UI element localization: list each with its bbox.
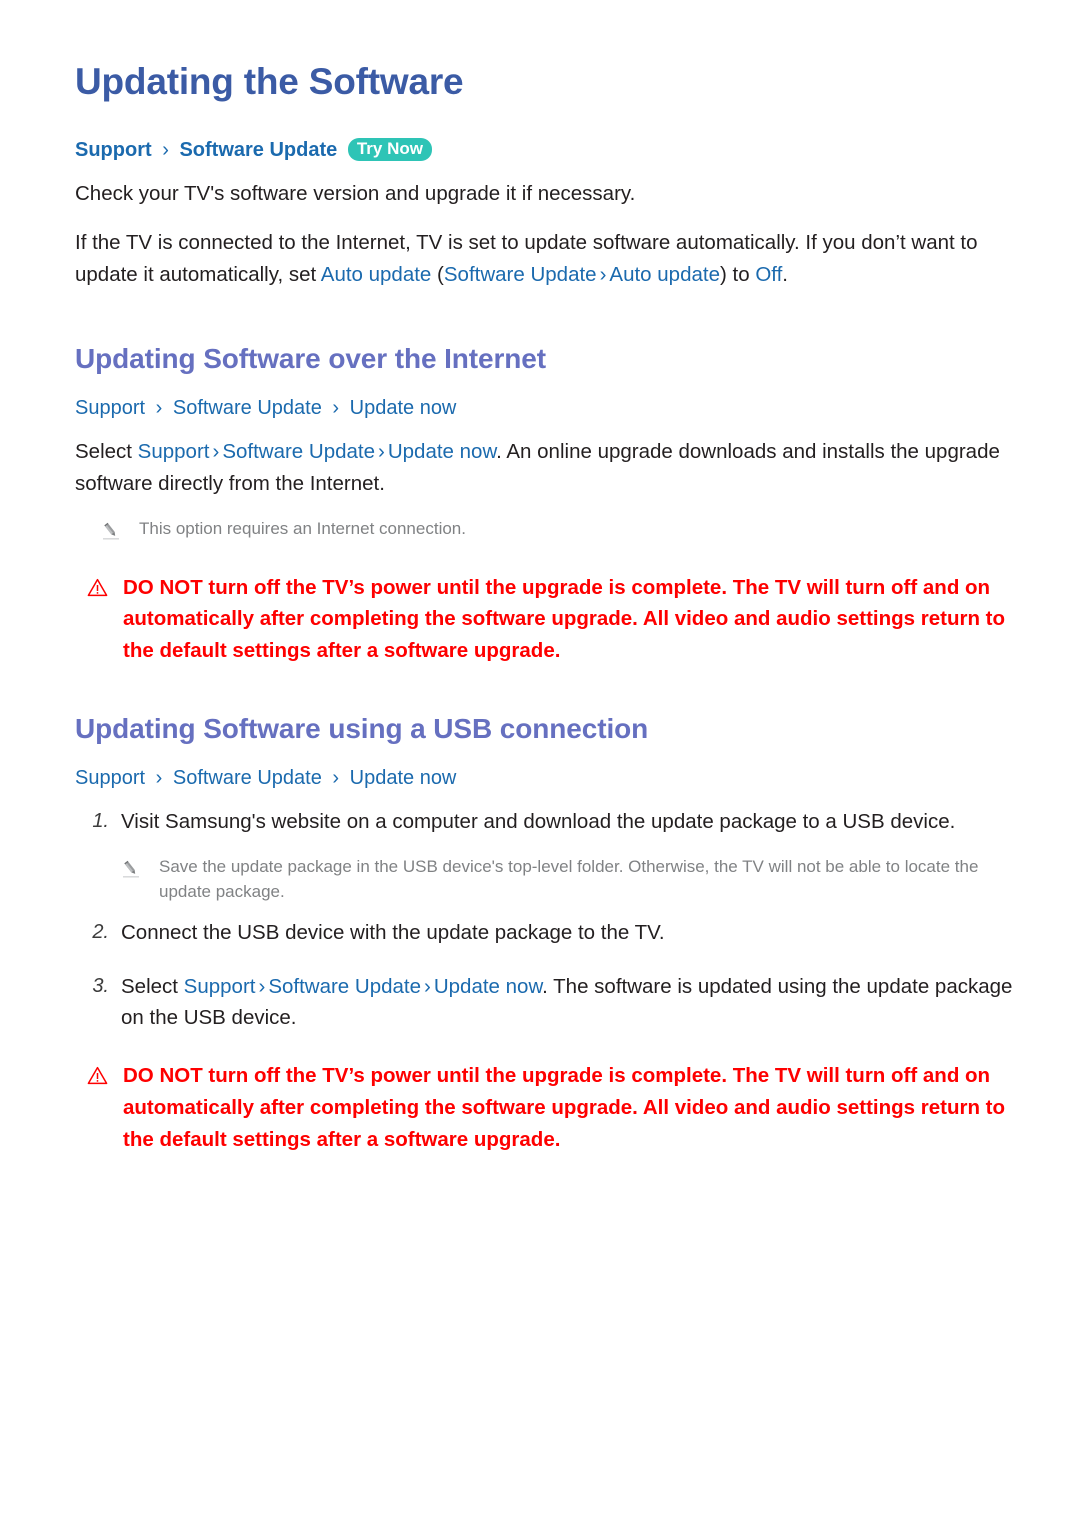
link-auto-update-2[interactable]: Auto update — [609, 263, 720, 286]
pencil-icon — [121, 854, 143, 884]
step-text: Visit Samsung's website on a computer an… — [121, 810, 956, 834]
breadcrumb-separator-icon: › — [155, 397, 163, 420]
warning-triangle-icon — [87, 572, 109, 602]
link-off[interactable]: Off — [755, 263, 782, 286]
step-text: Select Support › Software Update › Update no… — [121, 971, 1020, 1035]
breadcrumb-crumb-update-now[interactable]: Update now — [350, 397, 457, 419]
breadcrumb-crumb-software-update[interactable]: Software Update — [173, 767, 322, 789]
note-usb-top-level-folder: Save the update package in the USB devic… — [95, 854, 1020, 905]
page-title: Updating the Software — [75, 61, 464, 102]
list-item: 3. Select Support › Software Update › Update… — [75, 971, 1020, 1035]
internet-paragraph-lead: Select — [75, 440, 138, 464]
breadcrumb-separator-icon: › — [162, 138, 169, 161]
breadcrumb-crumb-software-update[interactable]: Software Update — [173, 397, 322, 419]
warning-internet-text: DO NOT turn off the TV’s power until the… — [123, 575, 1006, 663]
warning-internet: DO NOT turn off the TV’s power until the… — [75, 572, 1020, 667]
link-support[interactable]: Support — [138, 440, 210, 463]
breadcrumb-usb: Support › Software Update › Update now — [75, 765, 1020, 792]
link-support[interactable]: Support — [184, 975, 256, 998]
breadcrumb-crumb-support[interactable]: Support — [75, 397, 145, 419]
warning-usb-text: DO NOT turn off the TV’s power until the… — [123, 1064, 1006, 1151]
breadcrumb-separator-icon: › — [332, 767, 340, 790]
step-number: 2. — [92, 920, 109, 943]
note-internet-connection: This option requires an Internet connect… — [75, 516, 1020, 546]
step-3-lead: Select — [121, 974, 184, 998]
link-software-update[interactable]: Software Update — [268, 975, 421, 998]
intro-paragraph-2: If the TV is connected to the Internet, … — [75, 227, 1005, 291]
link-software-update[interactable]: Software Update — [222, 440, 375, 463]
step-number: 1. — [92, 810, 109, 833]
breadcrumb-separator-icon: › — [332, 397, 340, 420]
step-number: 3. — [92, 974, 109, 997]
try-now-badge[interactable]: Try Now — [347, 137, 432, 162]
breadcrumb-crumb-update-now[interactable]: Update now — [350, 767, 457, 789]
close-paren: ) to — [719, 263, 756, 287]
link-update-now[interactable]: Update now — [434, 975, 542, 998]
inline-separator-icon: › — [378, 440, 385, 464]
breadcrumb-crumb-software-update[interactable]: Software Update — [179, 139, 337, 161]
breadcrumb-separator-icon: › — [155, 767, 163, 790]
breadcrumb-intro: Support › Software Update Try Now — [75, 137, 1020, 164]
warning-usb: DO NOT turn off the TV’s power until the… — [75, 1060, 1020, 1155]
open-paren: ( — [431, 263, 444, 287]
pencil-icon — [101, 516, 123, 546]
usb-step-list: 1. Visit Samsung's website on a computer… — [75, 806, 1020, 1034]
inline-separator-icon: › — [424, 974, 431, 998]
inline-separator-icon: › — [258, 974, 266, 998]
breadcrumb-crumb-support[interactable]: Support — [75, 767, 145, 789]
document-page: Updating the Software Support › Software… — [0, 0, 1080, 1156]
internet-paragraph: Select Support › Software Update › Update no… — [75, 436, 1005, 500]
list-item: 1. Visit Samsung's website on a computer… — [75, 806, 1020, 838]
inline-separator-icon: › — [212, 440, 220, 464]
list-item: 2. Connect the USB device with the updat… — [75, 917, 1020, 949]
step-text: Connect the USB device with the update p… — [121, 920, 665, 944]
link-auto-update-1[interactable]: Auto update — [321, 263, 432, 286]
intro-paragraph-1: Check your TV's software version and upg… — [75, 181, 636, 205]
inline-separator-icon: › — [599, 263, 607, 287]
link-software-update[interactable]: Software Update — [444, 263, 597, 286]
period: . — [782, 263, 788, 287]
breadcrumb-crumb-support[interactable]: Support — [75, 139, 152, 161]
link-update-now[interactable]: Update now — [388, 440, 496, 463]
note-usb-top-level-folder-text: Save the update package in the USB devic… — [159, 856, 979, 902]
step-note-wrapper: Save the update package in the USB devic… — [75, 854, 1020, 905]
warning-triangle-icon — [87, 1060, 109, 1090]
section-heading-internet: Updating Software over the Internet — [75, 342, 546, 374]
section-heading-usb: Updating Software using a USB connection — [75, 713, 649, 744]
breadcrumb-internet: Support › Software Update › Update now — [75, 395, 1020, 422]
note-internet-connection-text: This option requires an Internet connect… — [139, 518, 466, 538]
